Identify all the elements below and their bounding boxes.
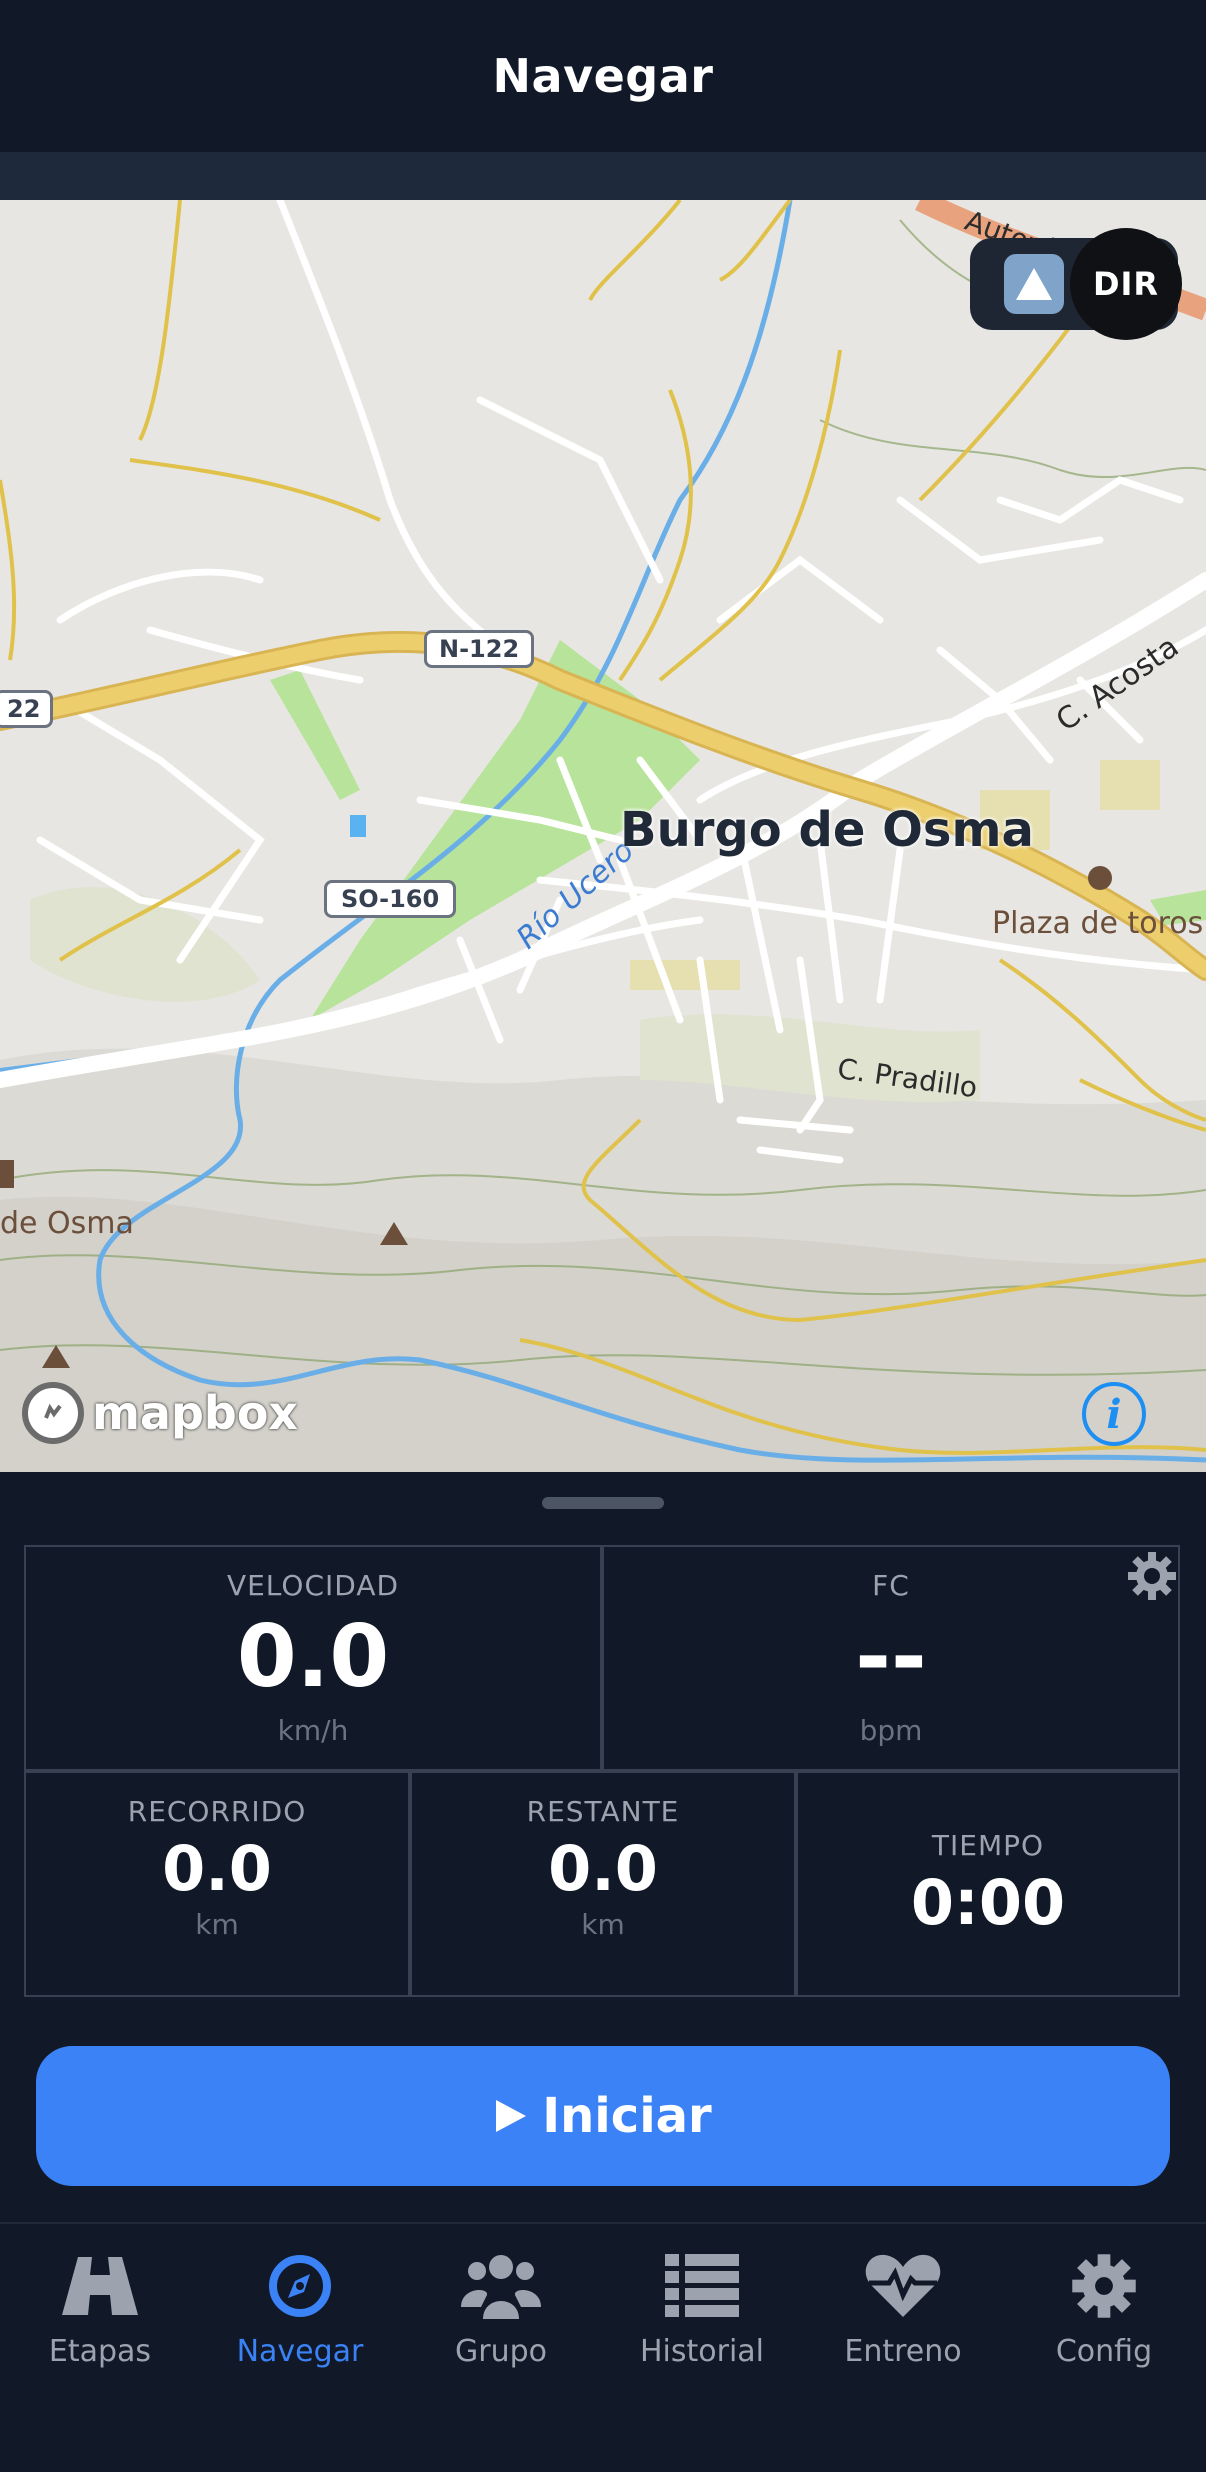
start-button-label: Iniciar: [542, 2088, 712, 2144]
map-label-town: Burgo de Osma: [620, 802, 1034, 858]
top-bar: Navegar: [0, 0, 1206, 152]
compass-icon: [258, 2244, 342, 2328]
group-icon: [459, 2244, 543, 2328]
tab-historial-label: Historial: [639, 2334, 765, 2369]
tab-historial[interactable]: Historial: [602, 2244, 802, 2369]
info-icon: i: [1106, 1390, 1122, 1438]
navigation-arrow-icon: [1004, 254, 1064, 314]
tab-config-label: Config: [1055, 2334, 1153, 2369]
direction-toggle-button[interactable]: DIR: [970, 228, 1182, 340]
map-info-button[interactable]: i: [1082, 1382, 1146, 1446]
stat-distance-value: 0.0: [162, 1832, 272, 1905]
stats-settings-gear-icon[interactable]: [1126, 1550, 1178, 1602]
heartbeat-icon: [861, 2244, 945, 2328]
tab-config[interactable]: Config: [1004, 2244, 1204, 2369]
map-label-plaza: Plaza de toros: [992, 906, 1204, 941]
dir-label: DIR: [1092, 265, 1160, 303]
stat-time-value: 0:00: [910, 1866, 1066, 1939]
map-label-osma: de Osma: [0, 1206, 134, 1241]
tab-grupo[interactable]: Grupo: [401, 2244, 601, 2369]
stat-distance-label: RECORRIDO: [127, 1795, 307, 1828]
compass-icon: DIR: [1070, 228, 1182, 340]
stat-remaining: RESTANTE 0.0 km: [410, 1771, 796, 1997]
stat-speed-unit: km/h: [277, 1714, 349, 1747]
stat-speed: VELOCIDAD 0.0 km/h: [24, 1545, 602, 1771]
list-icon: [660, 2244, 744, 2328]
map-label-n122: N-122: [424, 630, 535, 668]
tab-entreno-label: Entreno: [844, 2334, 962, 2369]
tab-navegar[interactable]: Navegar: [200, 2244, 400, 2369]
stat-time-label: TIEMPO: [931, 1829, 1045, 1862]
map-label-so160: SO-160: [324, 880, 457, 918]
stat-distance: RECORRIDO 0.0 km: [24, 1771, 410, 1997]
stat-remaining-unit: km: [581, 1908, 625, 1941]
tab-grupo-label: Grupo: [455, 2334, 547, 2369]
tab-etapas-label: Etapas: [48, 2334, 152, 2369]
gear-icon: [1062, 2244, 1146, 2328]
stat-heart-rate: FC -- bpm: [602, 1545, 1180, 1771]
tab-entreno[interactable]: Entreno: [803, 2244, 1003, 2369]
play-icon: [496, 2100, 527, 2132]
mapbox-wordmark: mapbox: [92, 1386, 299, 1440]
stat-time: TIEMPO 0:00: [796, 1771, 1180, 1997]
sheet-drag-handle[interactable]: [542, 1497, 664, 1509]
road-icon: [58, 2244, 142, 2328]
tab-etapas[interactable]: Etapas: [0, 2244, 200, 2369]
mapbox-attribution-logo: mapbox: [22, 1382, 298, 1444]
header-divider: [0, 152, 1206, 200]
stat-hr-unit: bpm: [859, 1714, 923, 1747]
stat-hr-label: FC: [872, 1569, 910, 1602]
stat-hr-value: --: [855, 1607, 927, 1707]
stat-remaining-label: RESTANTE: [526, 1795, 680, 1828]
page-title: Navegar: [492, 49, 714, 103]
map-label-n122-left: 22: [0, 690, 54, 728]
tab-navegar-label: Navegar: [236, 2334, 364, 2369]
stat-distance-unit: km: [195, 1908, 239, 1941]
map-view[interactable]: N-122 22 SO-160 Río Ucero Burgo de Osma …: [0, 200, 1206, 1472]
bottom-tab-bar: Etapas Navegar Grupo Historial Entreno C…: [0, 2222, 1206, 2472]
stat-speed-label: VELOCIDAD: [226, 1569, 400, 1602]
stat-speed-value: 0.0: [236, 1607, 390, 1707]
start-button[interactable]: Iniciar: [36, 2046, 1170, 2186]
mapbox-logo-icon: [22, 1382, 84, 1444]
stat-remaining-value: 0.0: [548, 1832, 658, 1905]
